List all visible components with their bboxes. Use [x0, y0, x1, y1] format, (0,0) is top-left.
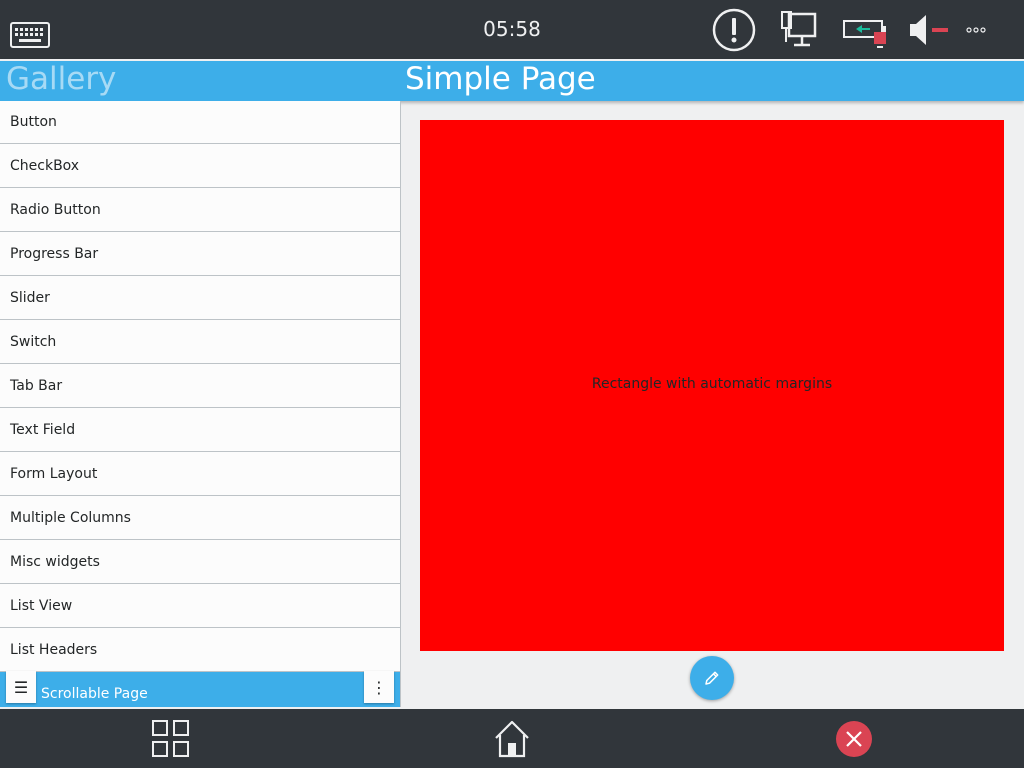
- sidebar-item-label: List Headers: [10, 642, 98, 658]
- sidebar-item-checkbox[interactable]: CheckBox: [0, 144, 400, 188]
- sidebar-item-radio-button[interactable]: Radio Button: [0, 188, 400, 232]
- battery-icon[interactable]: [842, 18, 890, 50]
- clock: 05:58: [483, 17, 541, 41]
- context-menu-button[interactable]: ⋮: [364, 671, 394, 703]
- volume-muted-icon[interactable]: [908, 12, 950, 48]
- sidebar-item-label: Button: [10, 114, 57, 130]
- sidebar-item-label: Form Layout: [10, 466, 98, 482]
- sidebar-item-multiple-columns[interactable]: Multiple Columns: [0, 496, 400, 540]
- warning-icon[interactable]: [712, 8, 756, 52]
- sidebar-item-text-field[interactable]: Text Field: [0, 408, 400, 452]
- status-bar: 05:58: [0, 0, 1024, 59]
- rectangle-label: Rectangle with automatic margins: [591, 376, 833, 392]
- app-grid-icon[interactable]: [152, 720, 190, 758]
- sidebar-item-label: Multiple Columns: [10, 510, 131, 526]
- edit-button[interactable]: [690, 656, 734, 700]
- title-bar: Gallery Simple Page: [0, 59, 1024, 101]
- sidebar-item-list-view[interactable]: List View: [0, 584, 400, 628]
- sidebar-item-label: Tab Bar: [10, 378, 63, 394]
- sidebar-item-label: List View: [10, 598, 73, 614]
- close-button[interactable]: [836, 721, 872, 757]
- sidebar-item-misc-widgets[interactable]: Misc widgets: [0, 540, 400, 584]
- more-icon[interactable]: [964, 22, 988, 38]
- sidebar-item-label: Text Field: [10, 422, 76, 438]
- main-content: Rectangle with automatic margins: [401, 101, 1024, 707]
- sidebar-item-label: Radio Button: [10, 202, 101, 218]
- sidebar-item-scrollable-page[interactable]: Scrollable Page: [0, 672, 400, 707]
- gallery-title[interactable]: Gallery: [6, 61, 116, 97]
- network-icon[interactable]: [780, 10, 818, 50]
- sidebar: Button CheckBox Radio Button Progress Ba…: [0, 101, 401, 707]
- sidebar-item-progress-bar[interactable]: Progress Bar: [0, 232, 400, 276]
- sidebar-item-form-layout[interactable]: Form Layout: [0, 452, 400, 496]
- sidebar-item-list-headers[interactable]: List Headers: [0, 628, 400, 672]
- sidebar-item-label: Misc widgets: [10, 554, 100, 570]
- close-icon: [846, 731, 862, 747]
- sidebar-item-label: Switch: [10, 334, 57, 350]
- sidebar-item-switch[interactable]: Switch: [0, 320, 400, 364]
- sidebar-item-label: CheckBox: [10, 158, 80, 174]
- sidebar-item-label: Progress Bar: [10, 246, 99, 262]
- drawer-handle-button[interactable]: ☰: [6, 671, 36, 703]
- home-icon[interactable]: [493, 719, 531, 759]
- sidebar-list: Button CheckBox Radio Button Progress Ba…: [0, 101, 400, 707]
- page-title: Simple Page: [405, 61, 596, 97]
- red-rectangle: Rectangle with automatic margins: [420, 120, 1004, 651]
- sidebar-item-label: Slider: [10, 290, 50, 306]
- sidebar-item-tab-bar[interactable]: Tab Bar: [0, 364, 400, 408]
- pencil-icon: [705, 671, 719, 685]
- keyboard-icon[interactable]: [10, 22, 50, 48]
- sidebar-item-slider[interactable]: Slider: [0, 276, 400, 320]
- sidebar-item-button[interactable]: Button: [0, 101, 400, 144]
- bottom-bar: [0, 707, 1024, 768]
